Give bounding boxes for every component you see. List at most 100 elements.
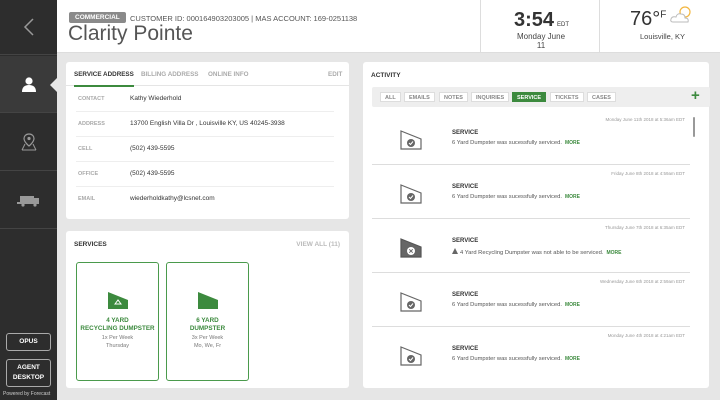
more-link[interactable]: MORE <box>565 194 580 200</box>
activity-item[interactable]: Thursday June 7th 2018 at 6:35am EDT SER… <box>372 220 690 273</box>
sidebar-item-customer[interactable] <box>0 56 57 113</box>
header-divider <box>480 0 481 53</box>
field-value: Kathy Wiederhold <box>130 95 182 102</box>
address-field: ADDRESS 13700 English Villa Dr , Louisvil… <box>76 112 334 137</box>
field-label: OFFICE <box>78 171 99 177</box>
address-panel: SERVICE ADDRESS BILLING ADDRESS ONLINE I… <box>66 62 349 219</box>
filter-cases[interactable]: CASES <box>587 92 616 102</box>
service-freq-line1: 1x Per Week <box>101 335 134 341</box>
service-card[interactable]: 6 YARD DUMPSTER 3x Per Week Mo, We, Fr <box>166 262 249 381</box>
more-link[interactable]: MORE <box>607 250 622 256</box>
back-button[interactable] <box>0 0 57 55</box>
clock-date: Monday June 11 <box>516 32 566 50</box>
dumpster-check-icon <box>400 130 422 150</box>
activity-timestamp: Monday June 11th 2018 at 5:36am EDT <box>605 117 685 122</box>
sidebar-item-trucks[interactable] <box>0 172 57 229</box>
activity-desc-text: 6 Yard Dumpster was sucessfully serviced… <box>452 302 562 308</box>
agent-desktop-button[interactable]: AGENT DESKTOP <box>6 359 51 387</box>
scrollbar[interactable] <box>693 117 695 137</box>
activity-timestamp: Monday June 4th 2018 at 4:21am EDT <box>607 333 685 338</box>
chevron-left-icon <box>23 18 34 36</box>
activity-title: SERVICE <box>452 346 479 352</box>
address-tabs: SERVICE ADDRESS BILLING ADDRESS ONLINE I… <box>66 62 349 87</box>
activity-desc-text: 6 Yard Dumpster was sucessfully serviced… <box>452 194 562 200</box>
view-all-link[interactable]: VIEW ALL (11) <box>296 241 340 248</box>
office-field: OFFICE (502) 439-5595 <box>76 162 334 187</box>
opus-label: OPUS <box>19 338 38 345</box>
powered-by: Powered by Forecast <box>3 391 51 397</box>
filter-emails[interactable]: EMAILS <box>404 92 435 102</box>
dumpster-check-icon <box>400 346 422 366</box>
activity-item[interactable]: Monday June 11th 2018 at 5:36am EDT SERV… <box>372 112 690 165</box>
person-icon <box>21 77 36 92</box>
filter-all[interactable]: ALL <box>380 92 401 102</box>
field-value: 13700 English Villa Dr , Louisville KY, … <box>130 120 285 127</box>
activity-title: ACTIVITY <box>371 72 401 79</box>
agent-label-line1: AGENT <box>17 364 40 371</box>
activity-description: 6 Yard Dumpster was sucessfully serviced… <box>452 140 580 146</box>
service-name-line2: DUMPSTER <box>189 325 226 332</box>
filter-inquiries[interactable]: INQUIRIES <box>471 92 510 102</box>
time-zone: EDT <box>557 22 570 28</box>
activity-timestamp: Wednesday June 6th 2018 at 2:59am EDT <box>600 279 685 284</box>
dumpster-x-icon <box>400 238 422 258</box>
warning-icon <box>452 248 458 254</box>
header-divider <box>599 0 600 53</box>
more-link[interactable]: MORE <box>565 140 580 146</box>
field-value: wiederholdkathy@lcsnet.com <box>130 195 215 202</box>
truck-icon <box>16 196 39 207</box>
activity-item[interactable]: Friday June 8th 2018 at 4:59am EDT SERVI… <box>372 166 690 219</box>
service-freq-line2: Mo, We, Fr <box>193 342 222 349</box>
activity-description: 4 Yard Recycling Dumpster was not able t… <box>452 248 622 256</box>
dumpster-icon <box>198 292 218 309</box>
company-name: Clarity Pointe <box>68 22 193 45</box>
temperature: 76°F <box>630 8 666 31</box>
activity-title: SERVICE <box>452 184 479 190</box>
header: COMMERCIAL CUSTOMER ID: 000164903203005 … <box>57 0 720 53</box>
service-card[interactable]: 4 YARD RECYCLING DUMPSTER 1x Per Week Thur… <box>76 262 159 381</box>
agent-label-line2: DESKTOP <box>12 374 45 381</box>
time-value: 3:54 <box>514 9 555 31</box>
field-label: ADDRESS <box>78 121 105 127</box>
service-frequency: 3x Per Week Mo, We, Fr <box>167 335 248 350</box>
service-freq-line2: Thursday <box>106 342 129 349</box>
activity-timestamp: Friday June 8th 2018 at 4:59am EDT <box>611 171 685 176</box>
field-label: CELL <box>78 146 93 152</box>
weather-location: Louisville, KY <box>640 32 686 41</box>
activity-desc-text: 6 Yard Dumpster was sucessfully serviced… <box>452 356 562 362</box>
service-name: 6 YARD DUMPSTER <box>167 317 248 333</box>
more-link[interactable]: MORE <box>565 356 580 362</box>
activity-feed: Monday June 11th 2018 at 5:36am EDT SERV… <box>372 112 690 398</box>
tab-service-address[interactable]: SERVICE ADDRESS <box>74 71 134 87</box>
contact-field: CONTACT Kathy Wiederhold <box>76 87 334 112</box>
add-activity-button[interactable]: + <box>691 86 700 106</box>
service-name-line2: RECYCLING DUMPSTER <box>80 325 155 332</box>
filter-tickets[interactable]: TICKETS <box>550 92 584 102</box>
more-link[interactable]: MORE <box>565 302 580 308</box>
activity-timestamp: Thursday June 7th 2018 at 6:35am EDT <box>604 225 685 230</box>
tab-billing-address[interactable]: BILLING ADDRESS <box>141 71 199 78</box>
activity-item[interactable]: Monday June 4th 2018 at 4:21am EDT SERVI… <box>372 328 690 381</box>
cell-field: CELL (502) 439-5595 <box>76 137 334 162</box>
email-field: EMAIL wiederholdkathy@lcsnet.com <box>76 187 334 212</box>
service-name-line1: 4 YARD <box>106 317 129 324</box>
service-name-line1: 6 YARD <box>196 317 219 324</box>
clock-time: 3:54 EDT <box>514 9 569 32</box>
filter-service[interactable]: SERVICE <box>512 92 547 102</box>
dumpster-check-icon <box>400 184 422 204</box>
opus-button[interactable]: OPUS <box>6 333 51 351</box>
activity-item[interactable]: Wednesday June 6th 2018 at 2:59am EDT SE… <box>372 274 690 327</box>
services-panel: SERVICES VIEW ALL (11) 4 YARD RECYCLING D… <box>66 231 349 388</box>
activity-title: SERVICE <box>452 238 479 244</box>
sidebar: OPUS AGENT DESKTOP Powered by Forecast <box>0 0 57 400</box>
recycling-dumpster-icon <box>108 292 128 309</box>
edit-link[interactable]: EDIT <box>328 71 342 78</box>
activity-panel: ACTIVITY ALL EMAILS NOTES INQUIRIES SERV… <box>363 62 710 388</box>
service-name: 4 YARD RECYCLING DUMPSTER <box>77 317 158 333</box>
activity-desc-text: 4 Yard Recycling Dumpster was not able t… <box>460 250 604 256</box>
tab-online-info[interactable]: ONLINE INFO <box>208 71 249 78</box>
sidebar-item-location[interactable] <box>0 114 57 171</box>
temp-unit: F <box>660 9 667 21</box>
filter-notes[interactable]: NOTES <box>439 92 468 102</box>
field-label: EMAIL <box>78 196 96 202</box>
